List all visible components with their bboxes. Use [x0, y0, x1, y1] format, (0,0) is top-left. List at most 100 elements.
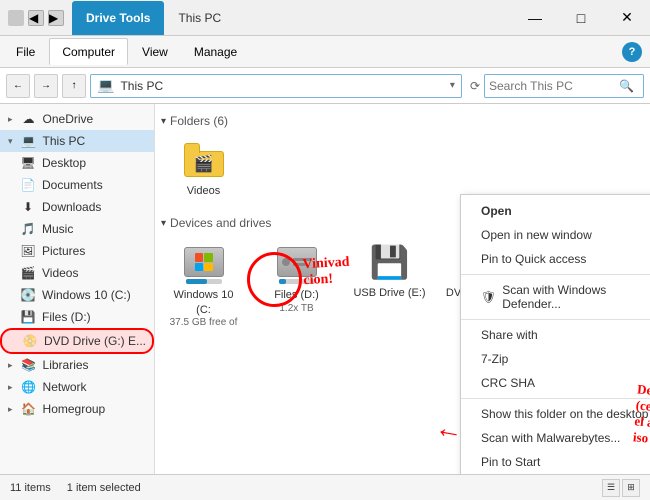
sidebar-item-desktop[interactable]: 🖥 Desktop: [0, 152, 154, 174]
address-dropdown-arrow[interactable]: ▾: [450, 80, 455, 91]
folders-arrow[interactable]: ▾: [161, 116, 166, 127]
sidebar-item-this-pc[interactable]: ▾ 💻 This PC: [0, 130, 154, 152]
items-selected: 1 item selected: [67, 482, 141, 494]
devices-arrow[interactable]: ▾: [161, 218, 166, 229]
ctx-show-desktop[interactable]: Show this folder on the desktop: [461, 402, 650, 426]
desktop-icon: 🖥: [20, 155, 36, 171]
sidebar-item-videos[interactable]: 🎬 Videos: [0, 262, 154, 284]
ctx-scan-defender[interactable]: 🛡 Scan with Windows Defender...: [461, 278, 650, 316]
forward-button[interactable]: →: [34, 74, 58, 98]
status-info: 11 items 1 item selected: [10, 482, 141, 494]
sidebar-item-libraries[interactable]: ▸ 📚 Libraries: [0, 354, 154, 376]
sidebar-item-downloads[interactable]: ⬇ Downloads: [0, 196, 154, 218]
quick-access-btn2[interactable]: ▶: [48, 10, 64, 26]
sidebar-label-pictures: Pictures: [42, 244, 85, 258]
drive-d-icon: 💾: [20, 309, 36, 325]
ribbon-tab-manage[interactable]: Manage: [182, 39, 249, 65]
expand-icon-net: ▸: [8, 382, 13, 393]
ribbon-tab-computer[interactable]: Computer: [49, 38, 128, 65]
pictures-icon: 🖼: [20, 243, 36, 259]
devices-label: Devices and drives: [170, 216, 271, 230]
drive-c-icon: 💽: [20, 287, 36, 303]
ctx-sep-2: [461, 319, 650, 320]
detail-view-button[interactable]: ⊞: [622, 479, 640, 497]
file-area: ▾ Folders (6) 🎬 Videos ▾ Devices and dri: [155, 104, 650, 474]
sidebar-label-videos: Videos: [42, 266, 78, 280]
ctx-scan-malwarebytes[interactable]: Scan with Malwarebytes...: [461, 426, 650, 450]
drive-files-d[interactable]: Files (D:) 1.2x TB: [254, 236, 339, 347]
sidebar-item-dvd-g[interactable]: 📀 DVD Drive (G:) E...: [0, 328, 154, 354]
folders-label: Folders (6): [170, 114, 228, 128]
sidebar-label-downloads: Downloads: [42, 200, 101, 214]
onedrive-icon: ☁: [21, 111, 37, 127]
files-d-sublabel: 1.2x TB: [279, 303, 313, 314]
minimize-button[interactable]: —: [512, 0, 558, 36]
videos-icon: 🎬: [20, 265, 36, 281]
usb-e-icon: 💾: [370, 242, 410, 282]
ctx-share-with[interactable]: Share with ›: [461, 323, 650, 347]
sidebar-label-desktop: Desktop: [42, 156, 86, 170]
window-controls: — □ ✕: [512, 0, 650, 36]
downloads-icon: ⬇: [20, 199, 36, 215]
expand-icon-thispc: ▾: [8, 136, 13, 147]
sidebar-label-homegroup: Homegroup: [43, 402, 106, 416]
sidebar-label-this-pc: This PC: [43, 134, 86, 148]
expand-icon-home: ▸: [8, 404, 13, 415]
refresh-button[interactable]: ⟳: [470, 79, 480, 93]
search-box[interactable]: 🔍: [484, 74, 644, 98]
homegroup-icon: 🏠: [21, 401, 37, 417]
sidebar-label-documents: Documents: [42, 178, 103, 192]
address-input[interactable]: 💻 This PC ▾: [90, 74, 462, 98]
sidebar-item-network[interactable]: ▸ 🌐 Network: [0, 376, 154, 398]
ctx-open[interactable]: Open: [461, 199, 650, 223]
expand-icon: ▸: [8, 114, 13, 125]
quick-access-btn[interactable]: ◀: [28, 10, 44, 26]
help-button[interactable]: ?: [622, 42, 642, 62]
address-text: This PC: [120, 79, 163, 93]
ctx-sep-1: [461, 274, 650, 275]
search-icon: 🔍: [619, 79, 634, 93]
sidebar-item-onedrive[interactable]: ▸ ☁ OneDrive: [0, 108, 154, 130]
sidebar-label-windows-c: Windows 10 (C:): [42, 288, 131, 302]
maximize-button[interactable]: □: [558, 0, 604, 36]
ribbon: File Computer View Manage ?: [0, 36, 650, 68]
status-view-icons: ☰ ⊞: [602, 479, 640, 497]
windows-c-icon: [181, 242, 227, 284]
tab-this-pc-title[interactable]: This PC: [164, 1, 235, 35]
ctx-sep-3: [461, 398, 650, 399]
drive-windows-c[interactable]: Windows 10 (C: 37.5 GB free of: [161, 236, 246, 347]
windows-c-label: Windows 10 (C:: [165, 288, 242, 317]
ctx-open-new-window[interactable]: Open in new window: [461, 223, 650, 247]
sidebar-item-homegroup[interactable]: ▸ 🏠 Homegroup: [0, 398, 154, 420]
usb-e-label: USB Drive (E:): [353, 286, 425, 300]
sidebar-item-pictures[interactable]: 🖼 Pictures: [0, 240, 154, 262]
close-button[interactable]: ✕: [604, 0, 650, 36]
context-menu: Open Open in new window Pin to Quick acc…: [460, 194, 650, 474]
title-bar: ◀ ▶ Drive Tools This PC — □ ✕: [0, 0, 650, 36]
list-view-button[interactable]: ☰: [602, 479, 620, 497]
items-count: 11 items: [10, 482, 51, 494]
ctx-7zip[interactable]: 7-Zip ›: [461, 347, 650, 371]
files-d-label: Files (D:): [274, 288, 319, 302]
sidebar-label-files-d: Files (D:): [42, 310, 91, 324]
sidebar-item-windows-c[interactable]: 💽 Windows 10 (C:): [0, 284, 154, 306]
title-bar-left: ◀ ▶: [0, 10, 72, 26]
search-input[interactable]: [489, 79, 619, 93]
sidebar-label-libraries: Libraries: [43, 358, 89, 372]
main-area: ▸ ☁ OneDrive ▾ 💻 This PC 🖥 Desktop 📄 Doc…: [0, 104, 650, 474]
sidebar-item-files-d[interactable]: 💾 Files (D:): [0, 306, 154, 328]
ribbon-tab-view[interactable]: View: [130, 39, 180, 65]
libraries-icon: 📚: [21, 357, 37, 373]
sidebar-item-documents[interactable]: 📄 Documents: [0, 174, 154, 196]
ctx-pin-quick[interactable]: Pin to Quick access: [461, 247, 650, 271]
folder-videos[interactable]: 🎬 Videos: [161, 134, 246, 204]
sidebar-item-music[interactable]: 🎵 Music: [0, 218, 154, 240]
back-button[interactable]: ←: [6, 74, 30, 98]
ribbon-tab-file[interactable]: File: [4, 39, 47, 65]
tab-drive-tools[interactable]: Drive Tools: [72, 1, 164, 35]
ctx-pin-start[interactable]: Pin to Start: [461, 450, 650, 474]
drive-usb-e[interactable]: 💾 USB Drive (E:): [347, 236, 432, 347]
status-bar: 11 items 1 item selected ☰ ⊞: [0, 474, 650, 500]
ctx-crc-sha[interactable]: CRC SHA ›: [461, 371, 650, 395]
up-button[interactable]: ↑: [62, 74, 86, 98]
